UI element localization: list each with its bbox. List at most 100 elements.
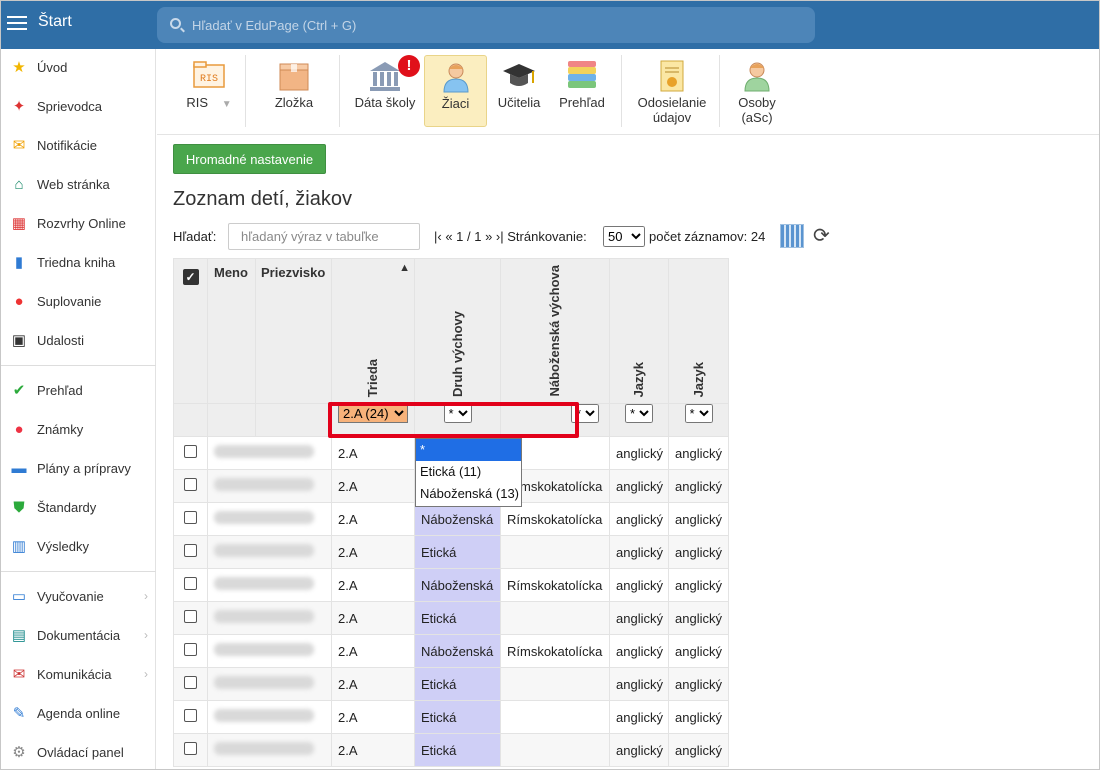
cell-jazyk-2: anglický <box>668 634 729 668</box>
pagination-text[interactable]: |‹ « 1 / 1 » ›| <box>434 229 504 244</box>
columns-icon[interactable] <box>780 224 804 248</box>
filter-jazyk2-select[interactable]: * <box>684 404 713 423</box>
blurred-name <box>214 742 314 755</box>
pagination[interactable]: |‹ « 1 / 1 » ›| Stránkovanie: <box>434 229 587 244</box>
calendar-grid-icon: ▦ <box>11 215 27 232</box>
select-all-checkbox[interactable]: ✓ <box>182 269 199 285</box>
toolbar-prehlad-label: Prehľad <box>559 95 605 110</box>
sidebar-item-12[interactable]: ▥ Výsledky <box>1 530 156 562</box>
toolbar-divider <box>245 55 246 127</box>
search-icon <box>170 18 181 29</box>
top-bar: Štart <box>1 1 1099 49</box>
table-row[interactable]: 2.A Etická anglický anglický <box>173 700 729 734</box>
table-search-input[interactable] <box>228 223 420 250</box>
table-row[interactable]: 2.A Etická anglický anglický <box>173 667 729 701</box>
toolbar-odosielanie[interactable]: Odosielanie údajov <box>631 55 713 127</box>
toolbar-data-skoly[interactable]: ! Dáta školy <box>349 55 421 127</box>
row-checkbox[interactable] <box>184 445 197 458</box>
bulk-settings-button[interactable]: Hromadné nastavenie <box>173 144 326 174</box>
global-search-input[interactable] <box>192 15 792 35</box>
table-row[interactable]: 2.A Etická anglický anglický <box>173 601 729 635</box>
header-meno[interactable]: Meno <box>207 258 256 404</box>
toolbar-ris[interactable]: RIS RIS ▼ <box>175 55 243 127</box>
sidebar-item-9[interactable]: ● Známky <box>1 413 156 445</box>
hamburger-menu-icon[interactable] <box>7 13 27 31</box>
sidebar-item-label: Vyučovanie <box>37 588 104 604</box>
toolbar-prehlad[interactable]: Prehľad <box>551 55 613 127</box>
filter-empty <box>255 403 332 437</box>
cell-trieda: 2.A <box>331 469 415 503</box>
table-row[interactable]: 2.A Etická anglický anglický <box>173 535 729 569</box>
table-row[interactable]: 2.A Náboženská Rímskokatolícka anglický angl… <box>173 634 729 668</box>
cell-nabozenska-vychova: Rímskokatolícka <box>500 634 610 668</box>
per-page-select[interactable]: 50 <box>603 226 645 247</box>
sidebar-item-label: Sprievodca <box>37 98 103 114</box>
table-filter-bar: Hľadať: |‹ « 1 / 1 » ›| Stránkovanie: 50… <box>173 223 873 251</box>
sidebar-item-4[interactable]: ▦ Rozvrhy Online <box>1 207 156 239</box>
header-priezvisko[interactable]: Priezvisko <box>255 258 332 404</box>
dropdown-option-nabozenska[interactable]: Náboženská (13) <box>416 483 521 505</box>
row-checkbox[interactable] <box>184 742 197 755</box>
sidebar-item-2[interactable]: ✉ Notifikácie <box>1 129 156 161</box>
chevron-down-icon[interactable]: ▼ <box>222 99 232 110</box>
header-trieda[interactable]: ▲ Trieda <box>331 258 415 404</box>
header-druh-label: Druh výchovy <box>449 311 465 397</box>
global-search[interactable] <box>157 7 815 43</box>
header-nabozenska-vychova[interactable]: Náboženská výchova <box>500 258 610 404</box>
row-checkbox[interactable] <box>184 709 197 722</box>
header-priezvisko-label: Priezvisko <box>261 265 326 280</box>
row-select-cell <box>173 568 208 602</box>
sidebar-item-13[interactable]: ▭ Vyučovanie › <box>1 580 156 612</box>
row-checkbox[interactable] <box>184 478 197 491</box>
sidebar-item-8[interactable]: ✔ Prehľad <box>1 374 156 406</box>
row-checkbox[interactable] <box>184 577 197 590</box>
filter-jazyk1-cell: * <box>609 403 669 437</box>
cell-nabozenska-vychova: Rímskokatolícka <box>500 568 610 602</box>
sidebar-item-1[interactable]: ✦ Sprievodca <box>1 90 156 122</box>
cell-jazyk-1: anglický <box>609 469 669 503</box>
table-row[interactable]: 2.A Náboženská Rímskokatolícka anglický angl… <box>173 502 729 536</box>
select-all-header: ✓ <box>173 258 208 404</box>
ris-icon-text: RIS <box>200 74 218 85</box>
sidebar-item-10[interactable]: ▬ Plány a prípravy <box>1 452 156 484</box>
cell-jazyk-1: anglický <box>609 700 669 734</box>
row-checkbox[interactable] <box>184 511 197 524</box>
header-druh-vychovy[interactable]: Druh výchovy <box>414 258 501 404</box>
sidebar-item-7[interactable]: ▣ Udalosti <box>1 324 156 356</box>
sidebar-item-3[interactable]: ⌂ Web stránka <box>1 168 156 200</box>
student-name-cell <box>207 601 332 635</box>
table-row[interactable]: 2.A Etická anglický anglický <box>173 733 729 767</box>
druh-filter-dropdown: * Etická (11) Náboženská (13) <box>415 438 522 507</box>
sidebar-item-11[interactable]: ⛊ Štandardy <box>1 491 156 523</box>
sidebar-item-14[interactable]: ▤ Dokumentácia › <box>1 619 156 651</box>
dropdown-option-eticka[interactable]: Etická (11) <box>416 461 521 483</box>
header-jazyk-2[interactable]: Jazyk <box>668 258 729 404</box>
table-row[interactable]: 2.A Náboženská Rímskokatolícka anglický angl… <box>173 568 729 602</box>
sidebar-item-6[interactable]: ● Suplovanie <box>1 285 156 317</box>
row-select-cell <box>173 436 208 470</box>
cell-jazyk-1: anglický <box>609 436 669 470</box>
start-title[interactable]: Štart <box>38 13 72 31</box>
header-jazyk-1[interactable]: Jazyk <box>609 258 669 404</box>
row-checkbox[interactable] <box>184 643 197 656</box>
sidebar-item-15[interactable]: ✉ Komunikácia › <box>1 658 156 690</box>
toolbar-zlozka[interactable]: Zložka <box>259 55 329 127</box>
filter-jazyk1-select[interactable]: * <box>625 404 653 423</box>
sidebar-item-5[interactable]: ▮ Triedna kniha <box>1 246 156 278</box>
sidebar-item-0[interactable]: ★ Úvod <box>1 51 156 83</box>
dropdown-option-all[interactable]: * <box>416 439 521 461</box>
refresh-icon[interactable]: ⟳ <box>813 223 830 248</box>
sidebar-item-17[interactable]: ⚙ Ovládací panel <box>1 736 156 768</box>
sidebar-item-label: Udalosti <box>37 332 84 348</box>
record-count: počet záznamov: 24 <box>649 229 766 244</box>
sidebar-item-16[interactable]: ✎ Agenda online <box>1 697 156 729</box>
row-checkbox[interactable] <box>184 610 197 623</box>
sidebar-item-label: Triedna kniha <box>37 254 116 270</box>
toolbar-ucitelia[interactable]: Učitelia <box>491 55 547 127</box>
row-checkbox[interactable] <box>184 544 197 557</box>
toolbar-osoby[interactable]: Osoby (aSc) <box>727 55 787 127</box>
grade-icon: ● <box>14 420 24 438</box>
cell-trieda: 2.A <box>331 634 415 668</box>
toolbar-ziaci[interactable]: Žiaci <box>424 55 487 127</box>
row-checkbox[interactable] <box>184 676 197 689</box>
